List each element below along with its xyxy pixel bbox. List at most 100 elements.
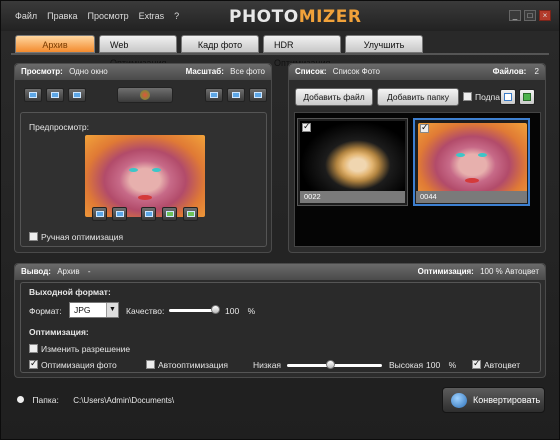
eye-left	[456, 153, 465, 157]
quality-label: Качество:	[126, 306, 165, 316]
eye-right	[478, 153, 487, 157]
quality-value: 100 %	[225, 306, 255, 316]
list-value[interactable]: Список Фото	[333, 67, 380, 76]
add-file-button[interactable]: Добавить файл	[295, 88, 373, 106]
format-label: Формат:	[29, 306, 62, 316]
optimization-level: 100 %	[426, 360, 456, 370]
thumbnail-item-selected[interactable]: 0044	[413, 118, 530, 206]
list-label: Список:	[295, 67, 327, 76]
preview-image	[85, 135, 205, 217]
save-icon	[145, 211, 153, 217]
next-photo-button[interactable]	[183, 207, 198, 221]
auto-optimization-checkbox[interactable]: Автооптимизация	[146, 360, 228, 370]
next-icon	[187, 211, 195, 217]
tab-archive[interactable]: Архив	[15, 35, 95, 53]
menu-bar: Файл Правка Просмотр Extras ?	[15, 11, 179, 21]
logo-text-b: MIZER	[298, 7, 362, 27]
split-view-button[interactable]	[46, 88, 64, 102]
auto-optimization-box[interactable]	[146, 360, 155, 369]
optimization-label: Оптимизация:	[417, 267, 474, 276]
optimization-level-unit: %	[448, 360, 457, 370]
photo-optimization-box[interactable]	[29, 358, 38, 369]
lips	[465, 178, 479, 183]
save-preview-button[interactable]	[141, 207, 156, 221]
folder-expand-icon[interactable]	[17, 396, 24, 403]
photo-optimization-checkbox[interactable]: Оптимизация фото	[29, 358, 117, 370]
optimization-level-number: 100	[426, 360, 441, 370]
manual-optimization-checkbox[interactable]: Ручная оптимизация	[29, 232, 123, 242]
format-select[interactable]: JPG ▼	[69, 302, 119, 318]
zoom-fit-icon	[210, 92, 218, 98]
menu-help[interactable]: ?	[174, 11, 179, 21]
file-list-header: Список: Список Фото Файлов: 2	[289, 64, 545, 80]
thumbnail-grid: 0022 0044	[294, 112, 541, 247]
subfolders-label: Подпа	[475, 92, 500, 102]
menu-edit[interactable]: Правка	[47, 11, 77, 21]
autocolor-checkbox[interactable]: Автоцвет	[472, 358, 520, 370]
convert-button[interactable]: Конвертировать	[442, 387, 545, 413]
subfolders-box[interactable]	[463, 92, 472, 101]
window-controls: _ □ ×	[509, 10, 551, 21]
close-button[interactable]: ×	[539, 10, 551, 21]
compare-view-icon	[73, 92, 81, 98]
tab-crop-photo[interactable]: Кадр фото	[181, 35, 259, 53]
minimize-button[interactable]: _	[509, 10, 521, 21]
chevron-down-icon: ▼	[106, 303, 118, 317]
maximize-button[interactable]: □	[524, 10, 536, 21]
export-button[interactable]	[162, 207, 177, 221]
preview-label: Предпросмотр:	[29, 122, 90, 132]
main-tabs: Архив Web Оптимизация Кадр фото HDR Опти…	[15, 35, 423, 68]
optimization-slider-knob[interactable]	[325, 360, 335, 369]
list-view-button[interactable]	[519, 89, 535, 105]
thumbnail-checkbox[interactable]	[302, 121, 311, 132]
folder-path[interactable]: C:\Users\Admin\Documents\	[73, 396, 174, 405]
convert-label: Конвертировать	[473, 395, 541, 405]
single-view-button[interactable]	[24, 88, 42, 102]
photo-optimization-label: Оптимизация фото	[41, 360, 117, 370]
change-resolution-box[interactable]	[29, 344, 38, 353]
thumbnail-checkbox[interactable]	[420, 122, 429, 133]
grid-view-button[interactable]	[500, 89, 516, 105]
thumbnail-item[interactable]: 0022	[297, 118, 408, 206]
thumbnail-name: 0022	[300, 191, 405, 203]
view-value[interactable]: Одно окно	[69, 67, 108, 76]
menu-extras[interactable]: Extras	[139, 11, 165, 21]
optimization-value: 100 % Автоцвет	[480, 267, 539, 276]
tab-web-optimization[interactable]: Web Оптимизация	[99, 35, 177, 68]
scale-value[interactable]: Все фото	[230, 67, 265, 76]
output-label: Вывод:	[21, 267, 51, 276]
optimization-section-title: Оптимизация:	[29, 327, 89, 337]
quality-slider-knob[interactable]	[211, 305, 220, 314]
format-section-title: Выходной формат:	[29, 287, 111, 297]
file-list-panel: Список: Список Фото Файлов: 2 Добавить ф…	[288, 63, 546, 253]
title-bar: Файл Правка Просмотр Extras ? PHOTOMIZER…	[1, 1, 559, 31]
files-label: Файлов:	[492, 67, 527, 76]
compare-view-button[interactable]	[68, 88, 86, 102]
preview-panel: Просмотр: Одно окно Масштаб: Все фото Пр…	[14, 63, 272, 253]
change-resolution-checkbox[interactable]: Изменить разрешение	[29, 344, 130, 354]
view-label: Просмотр:	[21, 67, 63, 76]
export-icon	[166, 211, 174, 217]
quality-unit: %	[247, 306, 256, 316]
manual-optimization-box[interactable]	[29, 232, 38, 241]
output-dash: -	[87, 267, 91, 276]
zoom-actual-button[interactable]	[227, 88, 245, 102]
subfolders-checkbox[interactable]: Подпа	[463, 92, 500, 102]
menu-view[interactable]: Просмотр	[88, 11, 129, 21]
tab-enhance[interactable]: Улучшить	[345, 35, 423, 53]
files-count: 2	[534, 67, 539, 76]
rotate-right-button[interactable]	[112, 207, 127, 221]
zoom-in-button[interactable]	[249, 88, 267, 102]
autocolor-box[interactable]	[472, 358, 481, 369]
zoom-actual-icon	[232, 92, 240, 98]
rotate-left-button[interactable]	[92, 207, 107, 221]
tab-hdr-optimization[interactable]: HDR Оптимизация	[263, 35, 341, 68]
zoom-fit-button[interactable]	[205, 88, 223, 102]
output-value[interactable]: Архив	[57, 267, 79, 276]
refresh-icon	[140, 90, 150, 100]
refresh-preview-button[interactable]	[117, 87, 173, 103]
quality-slider[interactable]	[169, 309, 215, 312]
logo-text-a: PHOTO	[229, 7, 299, 27]
menu-file[interactable]: Файл	[15, 11, 37, 21]
add-folder-button[interactable]: Добавить папку	[377, 88, 459, 106]
